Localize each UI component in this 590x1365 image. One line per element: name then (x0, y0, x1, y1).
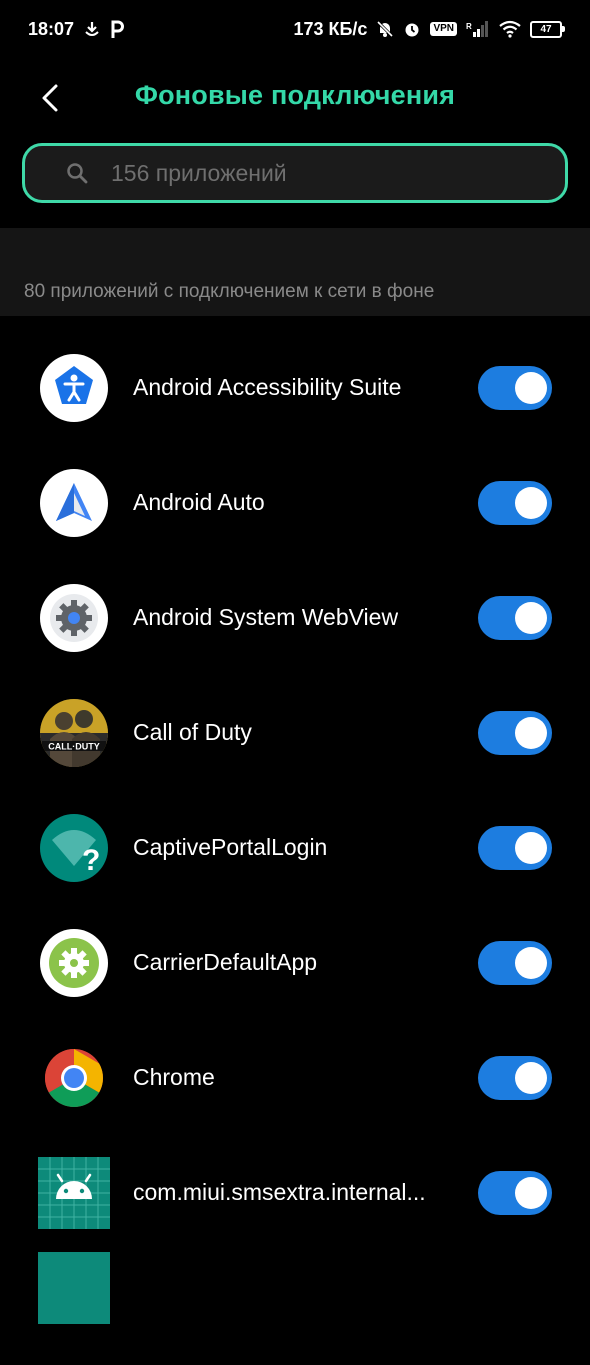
wifi-icon (499, 20, 521, 38)
search-input[interactable] (109, 158, 513, 188)
page-title: Фоновые подключения (134, 80, 456, 110)
accessibility-icon (40, 353, 108, 422)
status-bar: 18:07 173 КБ/с VPN R 47 (0, 0, 590, 58)
p-icon (110, 19, 125, 39)
list-item-partial[interactable] (0, 1250, 590, 1365)
download-icon (83, 20, 101, 38)
call-of-duty-icon: CALL·DUTY (40, 698, 108, 767)
vpn-badge: VPN (430, 22, 457, 36)
svg-text:?: ? (82, 844, 100, 877)
status-time: 18:07 (28, 18, 75, 39)
android-robot-icon (38, 1252, 110, 1324)
background-toggle[interactable] (478, 710, 552, 755)
app-name: Call of Duty (133, 719, 252, 745)
app-name: Chrome (133, 1064, 215, 1090)
app-name: Android Auto (133, 489, 265, 515)
search-icon (65, 161, 89, 185)
list-item[interactable]: CALL·DUTY Call of Duty (0, 675, 590, 790)
background-toggle[interactable] (478, 1170, 552, 1215)
alarm-icon (403, 20, 421, 38)
header: Фоновые подключения (0, 70, 590, 128)
section-label: 80 приложений с подключением к сети в фо… (24, 281, 435, 302)
app-name: Android Accessibility Suite (133, 374, 402, 400)
signal-icon: R (466, 20, 490, 38)
list-item[interactable]: Android Auto (0, 445, 590, 560)
background-toggle[interactable] (478, 365, 552, 410)
list-item[interactable]: com.miui.smsextra.internal... (0, 1135, 590, 1250)
android-auto-icon (40, 468, 108, 537)
chrome-icon (40, 1043, 108, 1112)
background-toggle[interactable] (478, 940, 552, 985)
svg-text:R: R (466, 22, 472, 31)
list-item[interactable]: CarrierDefaultApp (0, 905, 590, 1020)
carrier-gear-icon (40, 928, 108, 997)
app-name: com.miui.smsextra.internal... (133, 1179, 426, 1205)
background-toggle[interactable] (478, 595, 552, 640)
mute-bell-icon (376, 20, 394, 38)
battery-indicator: 47 (530, 20, 565, 38)
svg-text:CALL·DUTY: CALL·DUTY (48, 741, 100, 751)
app-list: Android Accessibility Suite Android Auto (0, 330, 590, 1365)
webview-gear-icon (40, 583, 108, 652)
search-box[interactable] (22, 143, 568, 203)
section-header: 80 приложений с подключением к сети в фо… (0, 228, 590, 316)
list-item[interactable]: Android Accessibility Suite (0, 330, 590, 445)
app-name: CaptivePortalLogin (133, 834, 328, 860)
background-toggle[interactable] (478, 1055, 552, 1100)
app-name: CarrierDefaultApp (133, 949, 318, 975)
list-item[interactable]: Chrome (0, 1020, 590, 1135)
captive-portal-icon: ? (40, 813, 108, 882)
app-name: Android System WebView (133, 604, 399, 630)
background-toggle[interactable] (478, 825, 552, 870)
network-speed: 173 КБ/с (293, 18, 368, 39)
list-item[interactable]: ? CaptivePortalLogin (0, 790, 590, 905)
background-toggle[interactable] (478, 480, 552, 525)
list-item[interactable]: Android System WebView (0, 560, 590, 675)
android-robot-icon (38, 1156, 110, 1229)
